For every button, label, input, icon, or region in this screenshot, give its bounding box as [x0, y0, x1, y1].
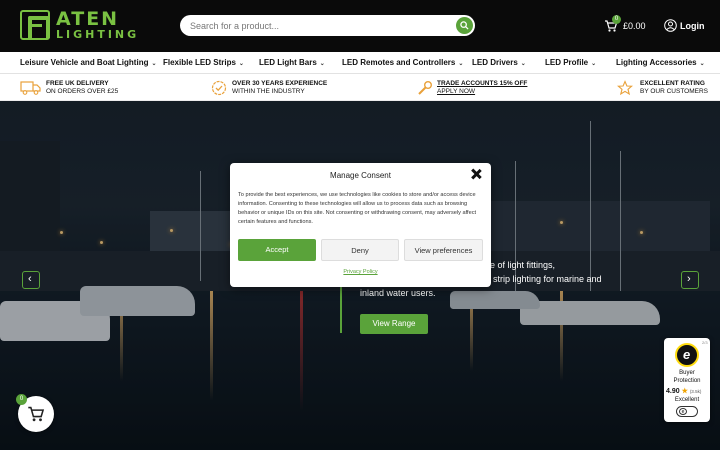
trust-line: Buyer: [679, 370, 695, 376]
chevron-down-icon: ⌄: [238, 61, 244, 67]
close-icon[interactable]: [470, 168, 482, 180]
trusted-shops-logo-icon: e: [675, 343, 699, 367]
slider-next-button[interactable]: ›: [681, 271, 699, 289]
truck-icon: [20, 81, 41, 95]
consent-modal: Manage Consent To provide the best exper…: [230, 163, 491, 287]
nav-item-label: LED Light Bars: [259, 58, 317, 67]
usp-title: FREE UK DELIVERY: [46, 80, 109, 87]
site-header: ATEN LIGHTING 0 £0.00 Login: [0, 0, 720, 52]
search-icon: [460, 21, 469, 30]
accept-button[interactable]: Accept: [238, 239, 316, 261]
cart-total: £0.00: [623, 21, 646, 31]
search-bar: [180, 15, 475, 36]
nav-item-led-remotes-controllers[interactable]: LED Remotes and Controllers ⌄: [342, 58, 463, 67]
usp-title[interactable]: TRADE ACCOUNTS 15% OFF: [437, 80, 527, 87]
floating-cart-count: 0: [16, 394, 27, 405]
nav-item-label: Leisure Vehicle and Boat Lighting: [20, 58, 149, 67]
user-icon: [664, 19, 677, 32]
login-label: Login: [680, 21, 705, 31]
view-range-button[interactable]: View Range: [360, 314, 428, 334]
chevron-down-icon: ⌄: [458, 61, 464, 67]
usp-subtitle: WITHIN THE INDUSTRY: [232, 88, 305, 95]
floating-cart-button[interactable]: 0: [16, 394, 54, 432]
usp-subtitle: ON ORDERS OVER £25: [46, 88, 119, 95]
cart-icon: [28, 406, 45, 422]
privacy-policy-link[interactable]: Privacy Policy: [230, 269, 491, 275]
nav-item-led-profile[interactable]: LED Profile ⌄: [545, 58, 596, 67]
logo-mark-icon: [20, 10, 50, 40]
nav-item-leisure-vehicle-boat[interactable]: Leisure Vehicle and Boat Lighting ⌄: [20, 58, 157, 67]
search-input[interactable]: [190, 17, 450, 34]
star-icon: ★: [681, 388, 688, 395]
search-button[interactable]: [456, 17, 473, 34]
nav-item-label: LED Remotes and Controllers: [342, 58, 456, 67]
nav-item-lighting-accessories[interactable]: Lighting Accessories ⌄: [616, 58, 705, 67]
rating-label: Excellent: [674, 397, 700, 403]
logo-text-top: ATEN: [56, 8, 120, 30]
aten-lighting-logo[interactable]: ATEN LIGHTING: [20, 8, 136, 41]
trust-line: Protection: [673, 378, 701, 384]
header-cart[interactable]: 0 £0.00: [604, 15, 650, 35]
chevron-right-icon: ›: [687, 273, 691, 285]
nav-item-label: Lighting Accessories: [616, 58, 697, 67]
view-preferences-button[interactable]: View preferences: [404, 239, 483, 261]
trust-logo-letter: e: [683, 347, 691, 362]
trust-rating: 4.90 ★ (3.5k): [666, 387, 710, 395]
chevron-down-icon: ⌄: [591, 61, 597, 67]
star-icon: [617, 80, 633, 96]
main-nav: Leisure Vehicle and Boat Lighting ⌄ Flexi…: [0, 52, 720, 74]
chevron-down-icon: ⌄: [520, 61, 526, 67]
nav-item-led-light-bars[interactable]: LED Light Bars ⌄: [259, 58, 325, 67]
usp-title: OVER 30 YEARS EXPERIENCE: [232, 80, 328, 87]
chevron-down-icon: ⌄: [151, 61, 157, 67]
chevron-down-icon: ⌄: [699, 61, 705, 67]
review-count: (3.5k): [689, 389, 702, 394]
nav-item-flexible-led-strips[interactable]: Flexible LED Strips ⌄: [163, 58, 244, 67]
nav-item-label: LED Drivers: [472, 58, 518, 67]
chevron-down-icon: ⌄: [319, 61, 325, 67]
logo-text-bottom: LIGHTING: [56, 28, 140, 41]
usp-subtitle: BY OUR CUSTOMERS: [640, 88, 709, 95]
trusted-shops-badge[interactable]: 2/3 e Buyer Protection 4.90 ★ (3.5k) Exc…: [664, 338, 710, 422]
usp-subtitle[interactable]: APPLY NOW: [437, 88, 475, 95]
trust-toggle-letter: e: [679, 408, 687, 415]
buyer-protection-label: Buyer Protection: [664, 369, 710, 385]
badge-check-icon: [211, 80, 227, 96]
rating-value: 4.90: [666, 388, 680, 395]
deny-button[interactable]: Deny: [321, 239, 399, 261]
nav-item-label: Flexible LED Strips: [163, 58, 236, 67]
nav-item-led-drivers[interactable]: LED Drivers ⌄: [472, 58, 526, 67]
consent-title: Manage Consent: [330, 171, 391, 180]
consent-body-text: To provide the best experiences, we use …: [238, 192, 477, 225]
usp-title: EXCELLENT RATING: [640, 80, 705, 87]
nav-item-label: LED Profile: [545, 58, 589, 67]
chevron-left-icon: ‹: [28, 273, 32, 285]
hero-text-line: inland water users.: [360, 288, 436, 298]
trust-badge-toggle[interactable]: e: [676, 406, 698, 417]
usp-bar: FREE UK DELIVERY ON ORDERS OVER £25 OVER…: [0, 74, 720, 101]
wrench-icon: [418, 81, 432, 95]
cart-count-badge: 0: [612, 15, 621, 24]
trust-page-indicator: 2/3: [702, 340, 708, 345]
slider-prev-button[interactable]: ‹: [22, 271, 40, 289]
